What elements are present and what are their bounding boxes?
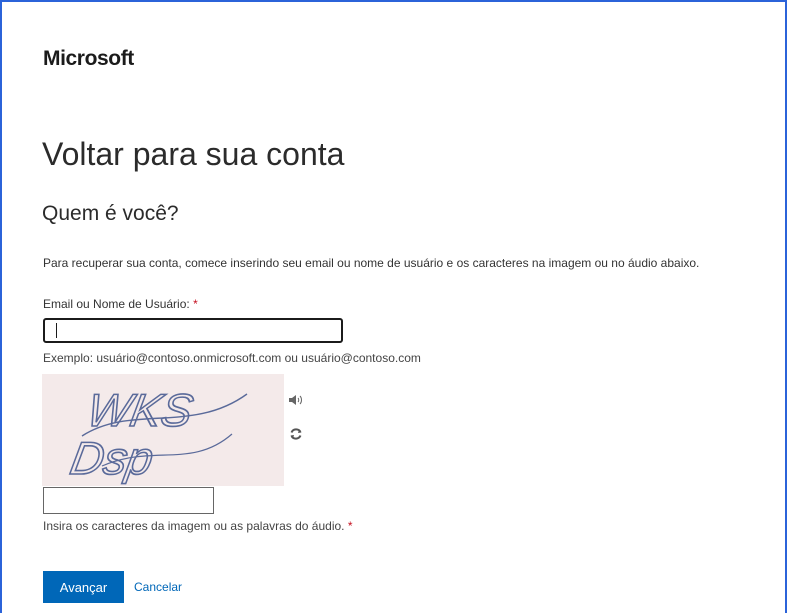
page-title: Voltar para sua conta bbox=[42, 136, 345, 172]
window-frame: Microsoft Voltar para sua conta Quem é v… bbox=[0, 0, 787, 613]
captcha-line-1: WKS bbox=[83, 384, 197, 436]
instructions-text: Para recuperar sua conta, comece inserin… bbox=[43, 256, 700, 270]
cancel-link[interactable]: Cancelar bbox=[134, 580, 182, 594]
speaker-icon[interactable] bbox=[288, 393, 302, 405]
captcha-input[interactable] bbox=[43, 487, 214, 514]
required-mark: * bbox=[193, 297, 198, 311]
email-example-text: Exemplo: usuário@contoso.onmicrosoft.com… bbox=[43, 351, 421, 365]
refresh-icon[interactable] bbox=[289, 427, 303, 441]
captcha-graphic: WKS Dsp bbox=[42, 374, 284, 486]
email-label-text: Email ou Nome de Usuário: bbox=[43, 297, 190, 311]
next-button[interactable]: Avançar bbox=[43, 571, 124, 603]
email-input[interactable] bbox=[43, 318, 343, 343]
required-mark: * bbox=[347, 519, 353, 533]
page-subtitle: Quem é você? bbox=[42, 202, 179, 225]
email-field-label: Email ou Nome de Usuário: * bbox=[43, 297, 198, 311]
captcha-image: WKS Dsp bbox=[42, 374, 284, 486]
captcha-line-2: Dsp bbox=[67, 432, 158, 484]
microsoft-logo: Microsoft bbox=[43, 47, 134, 70]
text-cursor bbox=[56, 323, 57, 338]
captcha-field-label: Insira os caracteres da imagem ou as pal… bbox=[43, 519, 353, 533]
captcha-label-text: Insira os caracteres da imagem ou as pal… bbox=[43, 519, 345, 533]
